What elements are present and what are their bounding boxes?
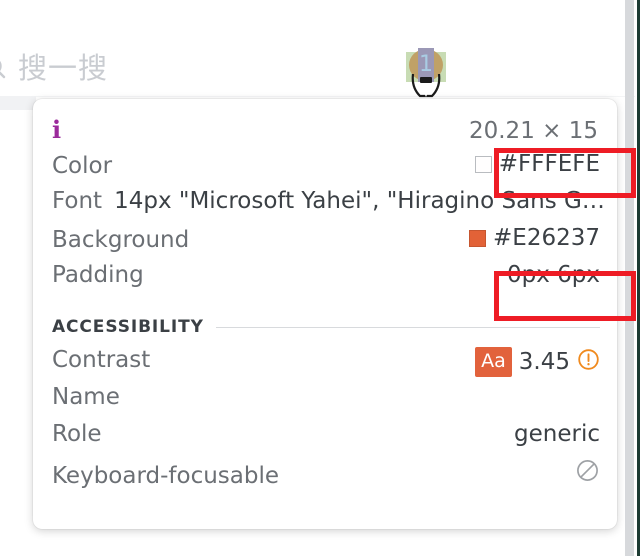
element-glyph-icon: [408, 73, 444, 98]
accessibility-section-header: ACCESSIBILITY: [52, 313, 600, 341]
not-allowed-icon: [575, 458, 600, 489]
color-swatch-orange: [469, 229, 487, 247]
accessibility-divider: [215, 326, 600, 328]
accessibility-value-role: generic: [514, 421, 600, 447]
style-row-font: Font 14px "Microsoft Yahei", "Hiragino S…: [52, 188, 605, 225]
style-row-background: Background #E26237: [52, 225, 600, 262]
color-hex-text: #FFFEFE: [498, 151, 600, 177]
accessibility-label-contrast: Contrast: [52, 347, 151, 373]
search-icon: [0, 55, 8, 81]
screenshot-root: 搜一搜 1 i 20.21 × 15 Color #FFFEFE Font 14…: [0, 0, 642, 556]
search-bar[interactable]: 搜一搜: [0, 40, 320, 96]
accessibility-row-role: Role generic: [52, 421, 600, 458]
accessibility-row-contrast: Contrast Aa 3.45: [52, 347, 600, 384]
element-dimensions: 20.21 × 15: [468, 118, 598, 144]
style-row-padding: Padding 0px 6px: [52, 262, 600, 299]
search-placeholder-text: 搜一搜: [18, 50, 109, 85]
contrast-aa-badge: Aa: [475, 347, 512, 377]
accessibility-value-keyboard-focusable: [575, 458, 600, 489]
style-row-color: Color #FFFEFE: [52, 151, 600, 188]
style-label-padding: Padding: [52, 262, 144, 288]
style-value-padding: 0px 6px: [507, 262, 600, 288]
accessibility-label-role: Role: [52, 421, 102, 447]
style-value-font: 14px "Microsoft Yahei", "Hiragino Sans G…: [114, 188, 605, 214]
color-swatch-white: [474, 155, 492, 173]
inspected-element-highlight: 1: [406, 48, 446, 98]
window-right-border: [637, 0, 640, 556]
style-label-color: Color: [52, 152, 113, 179]
scrollbar-gutter[interactable]: [625, 0, 634, 556]
page-grey-strip: [0, 96, 36, 110]
tooltip-header: i 20.21 × 15: [52, 115, 600, 151]
warning-circle-icon: [577, 348, 600, 377]
style-value-color: #FFFEFE: [474, 151, 600, 177]
accessibility-row-name: Name: [52, 384, 600, 421]
background-hex-text: #E26237: [493, 225, 600, 251]
style-label-font: Font: [52, 188, 103, 214]
accessibility-label-name: Name: [52, 384, 120, 410]
accessibility-label-keyboard-focusable: Keyboard-focusable: [52, 463, 280, 489]
page-divider-line: [0, 96, 642, 97]
style-value-background: #E26237: [469, 225, 600, 251]
element-tag-name: i: [52, 115, 62, 144]
accessibility-title: ACCESSIBILITY: [52, 317, 204, 337]
accessibility-value-contrast: Aa 3.45: [475, 347, 600, 377]
style-label-background: Background: [52, 226, 190, 253]
element-inspector-tooltip: i 20.21 × 15 Color #FFFEFE Font 14px "Mi…: [33, 99, 617, 529]
contrast-ratio-text: 3.45: [518, 349, 570, 375]
accessibility-row-keyboard-focusable: Keyboard-focusable: [52, 458, 600, 495]
